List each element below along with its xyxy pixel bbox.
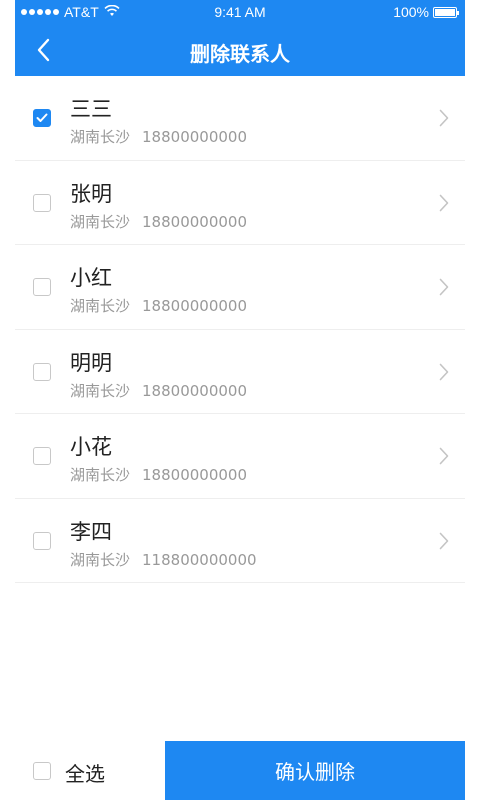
app-frame: AT&T 9:41 AM 100% 删除联系人 三三 湖南长沙 18800000…	[15, 0, 465, 800]
chevron-right-icon	[439, 363, 449, 381]
chevron-right-icon	[439, 194, 449, 212]
status-right: 100%	[393, 4, 459, 20]
contact-row[interactable]: 小花湖南长沙 18800000000	[15, 414, 465, 499]
select-all-checkbox[interactable]	[33, 762, 51, 780]
header: AT&T 9:41 AM 100% 删除联系人	[15, 0, 465, 76]
battery-percent: 100%	[393, 4, 429, 20]
contact-details: 湖南长沙 118800000000	[70, 549, 257, 570]
contact-phone: 18800000000	[142, 297, 247, 315]
contact-details: 湖南长沙 18800000000	[70, 295, 247, 316]
contact-city: 湖南长沙	[70, 381, 131, 400]
contact-name: 三三	[70, 97, 112, 121]
contact-phone: 118800000000	[142, 550, 257, 569]
contact-row[interactable]: 李四湖南长沙 118800000000	[15, 499, 465, 583]
chevron-right-icon	[439, 447, 449, 465]
select-all-label: 全选	[65, 762, 105, 786]
contact-city: 湖南长沙	[70, 212, 131, 231]
contact-city: 湖南长沙	[70, 550, 131, 569]
contact-checkbox[interactable]	[33, 531, 51, 550]
contact-name: 明明	[70, 350, 112, 375]
status-bar: AT&T 9:41 AM 100%	[15, 0, 465, 24]
contact-list: 三三 湖南长沙 18800000000 张明 湖南长沙 18800000000 小红 湖南长沙…	[15, 76, 465, 583]
contact-phone: 18800000000	[142, 212, 247, 231]
page-title: 删除联系人	[190, 42, 290, 66]
contact-row[interactable]: 明明湖南长沙 18800000000	[15, 330, 465, 414]
contact-name: 小花	[70, 435, 112, 459]
confirm-delete-button[interactable]: 确认删除	[165, 741, 465, 800]
select-all-toggle[interactable]: 全选	[15, 741, 165, 800]
contact-details: 湖南长沙 18800000000	[70, 211, 247, 232]
chevron-right-icon	[439, 109, 449, 127]
contact-phone: 18800000000	[142, 128, 247, 146]
contact-checkbox[interactable]	[33, 193, 51, 212]
contact-checkbox[interactable]	[33, 278, 51, 296]
contact-name: 张明	[70, 181, 112, 206]
contact-phone: 18800000000	[142, 466, 247, 484]
contact-phone: 18800000000	[142, 381, 247, 400]
contact-city: 湖南长沙	[70, 128, 131, 146]
checkmark-icon	[36, 113, 48, 122]
contact-checkbox[interactable]	[33, 362, 51, 381]
contact-details: 湖南长沙 18800000000	[70, 380, 247, 401]
contact-details: 湖南长沙 18800000000	[70, 126, 247, 147]
contact-checkbox[interactable]	[33, 447, 51, 465]
contact-row[interactable]: 小红湖南长沙 18800000000	[15, 245, 465, 330]
chevron-right-icon	[439, 532, 449, 550]
contact-city: 湖南长沙	[70, 297, 131, 315]
nav-bar: 删除联系人	[15, 24, 465, 76]
battery-icon	[433, 6, 459, 18]
contact-checkbox[interactable]	[33, 109, 51, 127]
contact-row[interactable]: 三三湖南长沙 18800000000	[15, 76, 465, 161]
contact-row[interactable]: 张明湖南长沙 18800000000	[15, 161, 465, 245]
contact-city: 湖南长沙	[70, 466, 131, 484]
contact-name: 小红	[70, 266, 112, 290]
chevron-right-icon	[439, 278, 449, 296]
bottom-bar: 全选 确认删除	[15, 741, 465, 800]
contact-details: 湖南长沙 18800000000	[70, 464, 247, 485]
contact-name: 李四	[70, 519, 112, 544]
